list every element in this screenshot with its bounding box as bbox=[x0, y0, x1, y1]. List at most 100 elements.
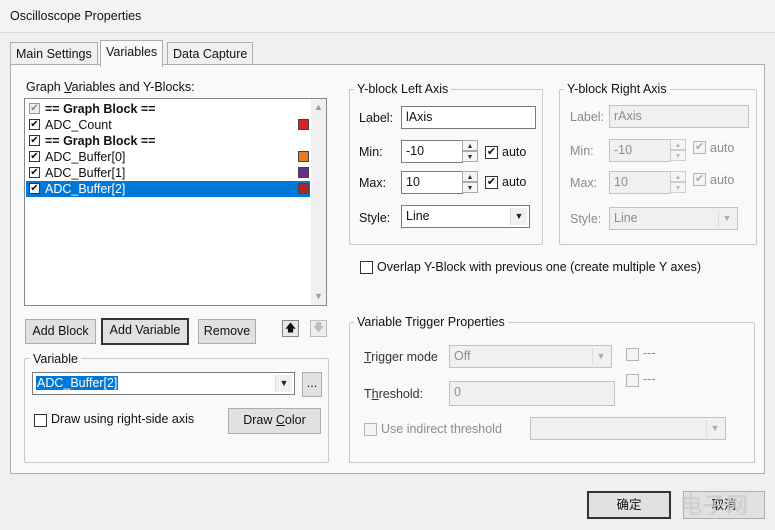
right-min-input[interactable]: -10 bbox=[609, 139, 671, 162]
list-item-label: ADC_Count bbox=[45, 118, 112, 132]
left-max-auto-checkbox[interactable]: ✔ bbox=[485, 176, 498, 189]
trigger-option-checkbox-1[interactable] bbox=[626, 348, 639, 361]
left-max-auto-label: auto bbox=[502, 175, 527, 189]
ok-button[interactable]: 确定 bbox=[587, 491, 671, 519]
trigger-mode-value: Off bbox=[454, 349, 471, 363]
chevron-down-icon[interactable]: ▼ bbox=[510, 208, 527, 225]
trigger-option-label-2: --- bbox=[643, 372, 656, 386]
list-item[interactable]: ✔ ADC_Buffer[0] bbox=[26, 149, 310, 165]
graph-list-title-post: ariables and Y-Blocks: bbox=[71, 80, 195, 94]
move-down-icon[interactable]: 🡇 bbox=[310, 320, 327, 337]
right-style-value: Line bbox=[614, 211, 638, 225]
overlap-checkbox[interactable] bbox=[360, 261, 373, 274]
right-min-spinner[interactable]: ▲ ▼ bbox=[670, 139, 686, 162]
threshold-caption-pre: T bbox=[364, 387, 372, 401]
left-max-input[interactable]: 10 bbox=[401, 171, 463, 194]
list-item[interactable]: ✔ == Graph Block == bbox=[26, 133, 310, 149]
chevron-down-icon[interactable]: ▼ bbox=[275, 375, 292, 392]
left-style-value: Line bbox=[406, 209, 430, 223]
right-label-input[interactable]: rAxis bbox=[609, 105, 749, 128]
list-item[interactable]: ✔ ADC_Count bbox=[26, 117, 310, 133]
list-item-label: ADC_Buffer[1] bbox=[45, 166, 126, 180]
left-label-input[interactable]: lAxis bbox=[401, 106, 536, 129]
tab-data-capture[interactable]: Data Capture bbox=[167, 42, 254, 66]
remove-button[interactable]: Remove bbox=[198, 319, 256, 344]
variable-select-value: ADC_Buffer[2] bbox=[36, 376, 119, 390]
list-item-checkbox[interactable]: ✔ bbox=[29, 135, 40, 146]
list-item[interactable]: ✔ ADC_Buffer[1] bbox=[26, 165, 310, 181]
chevron-down-icon[interactable]: ▼ bbox=[706, 420, 723, 437]
list-item-label: == Graph Block == bbox=[45, 102, 156, 116]
left-min-caption: Min: bbox=[359, 145, 383, 159]
trigger-title: Variable Trigger Properties bbox=[354, 315, 508, 329]
window-title: Oscilloscope Properties bbox=[10, 9, 142, 23]
right-style-select[interactable]: Line ▼ bbox=[609, 207, 738, 230]
right-min-auto-checkbox[interactable]: ✔ bbox=[693, 141, 706, 154]
right-min-caption: Min: bbox=[570, 144, 594, 158]
trigger-option-checkbox-2[interactable] bbox=[626, 374, 639, 387]
right-axis-checkbox[interactable] bbox=[34, 414, 47, 427]
list-item-checkbox[interactable]: ✔ bbox=[29, 167, 40, 178]
watermark: 电子网 bbox=[680, 493, 750, 518]
threshold-caption-post: reshold: bbox=[378, 387, 424, 401]
right-style-caption: Style: bbox=[570, 212, 602, 226]
right-max-input[interactable]: 10 bbox=[609, 171, 671, 194]
left-style-select[interactable]: Line ▼ bbox=[401, 205, 530, 228]
list-item-label: ADC_Buffer[2] bbox=[45, 182, 126, 196]
left-min-spinner[interactable]: ▲ ▼ bbox=[462, 140, 478, 163]
browse-button[interactable]: ... bbox=[302, 372, 322, 397]
list-item-checkbox[interactable]: ✔ bbox=[29, 103, 40, 114]
left-min-input[interactable]: -10 bbox=[401, 140, 463, 163]
draw-color-label-pre: Draw bbox=[243, 413, 276, 427]
trigger-mode-caption-rest: rigger mode bbox=[371, 350, 438, 364]
left-style-caption: Style: bbox=[359, 211, 391, 225]
list-item-checkbox[interactable]: ✔ bbox=[29, 119, 40, 130]
add-block-button[interactable]: Add Block bbox=[25, 319, 96, 344]
draw-color-mnemonic: C bbox=[275, 413, 285, 427]
indirect-threshold-checkbox[interactable] bbox=[364, 423, 377, 436]
graph-list-title: Graph Variables and Y-Blocks: bbox=[26, 80, 195, 94]
list-scrollbar[interactable]: ▲ ▼ bbox=[311, 99, 326, 305]
trigger-mode-select[interactable]: Off ▼ bbox=[449, 345, 612, 368]
right-max-spinner[interactable]: ▲ ▼ bbox=[670, 171, 686, 194]
color-swatch bbox=[298, 151, 309, 162]
left-min-auto-label: auto bbox=[502, 145, 527, 159]
scroll-down-icon[interactable]: ▼ bbox=[311, 291, 326, 301]
variable-select[interactable]: ADC_Buffer[2] ▼ bbox=[32, 372, 295, 395]
list-item-label: == Graph Block == bbox=[45, 134, 156, 148]
add-variable-button[interactable]: Add Variable bbox=[101, 318, 189, 345]
left-label-caption: Label: bbox=[359, 111, 394, 125]
move-up-icon[interactable]: 🡅 bbox=[282, 320, 299, 337]
threshold-input[interactable]: 0 bbox=[449, 381, 615, 406]
right-max-auto-checkbox[interactable]: ✔ bbox=[693, 173, 706, 186]
tab-variables[interactable]: Variables bbox=[100, 40, 164, 67]
graph-variables-list[interactable]: ✔ == Graph Block == ✔ ADC_Count ✔ == Gra… bbox=[24, 98, 327, 306]
trigger-option-label-1: --- bbox=[643, 346, 656, 360]
trigger-mode-caption: Trigger mode bbox=[364, 350, 438, 364]
draw-color-button[interactable]: Draw Color bbox=[228, 408, 321, 434]
right-max-caption: Max: bbox=[570, 176, 598, 190]
chevron-down-icon[interactable]: ▼ bbox=[592, 348, 609, 365]
color-swatch bbox=[298, 183, 309, 194]
right-label-caption: Label: bbox=[570, 110, 605, 124]
list-item-selected[interactable]: ✔ ADC_Buffer[2] bbox=[26, 181, 310, 197]
indirect-threshold-select[interactable]: ▼ bbox=[530, 417, 726, 440]
scroll-up-icon[interactable]: ▲ bbox=[311, 102, 326, 112]
graph-list-title-mnemonic: V bbox=[64, 80, 72, 94]
right-axis-label: Draw using right-side axis bbox=[51, 412, 195, 426]
variable-groupbox-title: Variable bbox=[30, 352, 81, 366]
draw-color-label-post: olor bbox=[284, 413, 306, 427]
left-max-caption: Max: bbox=[359, 176, 387, 190]
left-max-spinner[interactable]: ▲ ▼ bbox=[462, 171, 478, 194]
list-item-checkbox[interactable]: ✔ bbox=[29, 151, 40, 162]
list-item[interactable]: ✔ == Graph Block == bbox=[26, 101, 310, 117]
left-min-auto-checkbox[interactable]: ✔ bbox=[485, 146, 498, 159]
tab-main-settings[interactable]: Main Settings bbox=[10, 42, 98, 66]
chevron-down-icon[interactable]: ▼ bbox=[718, 210, 735, 227]
threshold-caption: Threshold: bbox=[364, 387, 423, 401]
color-swatch bbox=[298, 119, 309, 130]
indirect-threshold-label: Use indirect threshold bbox=[381, 422, 502, 436]
right-max-auto-label: auto bbox=[710, 173, 735, 187]
list-item-checkbox[interactable]: ✔ bbox=[29, 183, 40, 194]
right-min-auto-label: auto bbox=[710, 141, 735, 155]
